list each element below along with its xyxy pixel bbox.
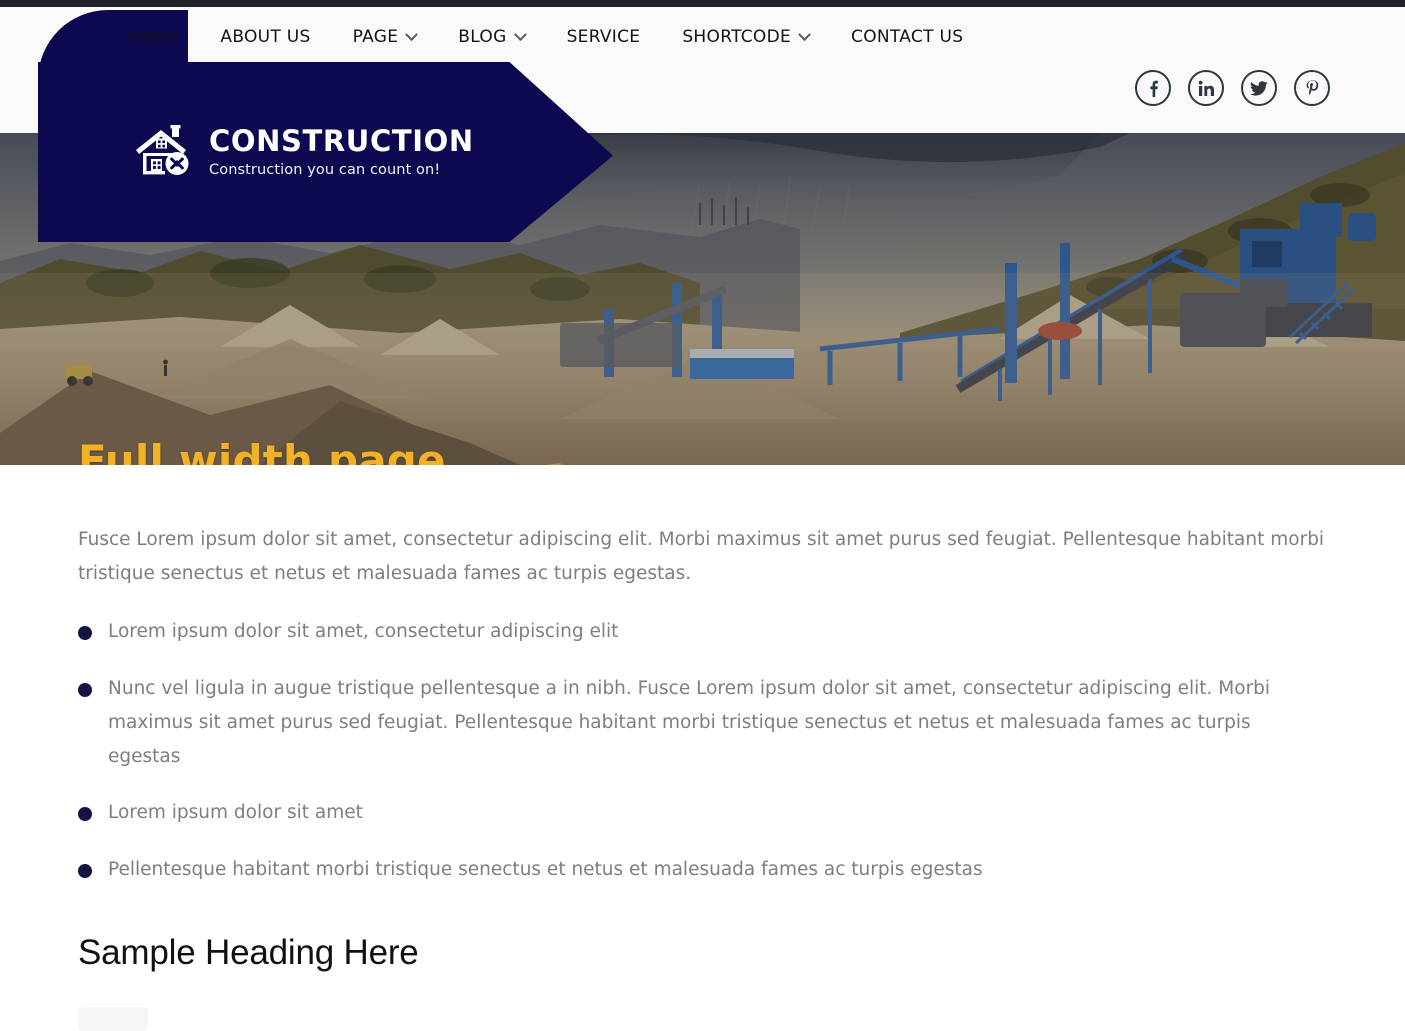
nav-item-contact-us[interactable]: CONTACT US [851, 26, 964, 47]
nav-item-about-us[interactable]: ABOUT US [220, 26, 311, 47]
nav-item-label: BLOG [458, 26, 507, 47]
nav-item-service[interactable]: SERVICE [566, 26, 641, 47]
nav-item-label: PAGE [352, 26, 399, 47]
list-item: Lorem ipsum dolor sit amet [78, 796, 1318, 830]
list-item: Pellentesque habitant morbi tristique se… [78, 853, 1318, 887]
main-navigation: Home ABOUT US PAGE BLOG SERVICE SHORTCOD… [0, 7, 1405, 67]
chevron-down-icon [513, 27, 527, 41]
nav-item-label: CONTACT US [851, 26, 964, 47]
nav-list: Home ABOUT US PAGE BLOG SERVICE SHORTCOD… [0, 26, 964, 47]
twitter-icon[interactable] [1241, 70, 1277, 106]
linkedin-icon[interactable] [1188, 70, 1224, 106]
logo-text: CONSTRUCTION Construction you can count … [209, 123, 474, 179]
list-item: Nunc vel ligula in augue tristique pelle… [78, 672, 1318, 775]
nav-item-label: Home [127, 26, 179, 47]
pinterest-icon[interactable] [1294, 70, 1330, 106]
chevron-down-icon [405, 27, 419, 41]
top-accent-bar [0, 0, 1405, 7]
chevron-down-icon [798, 27, 811, 41]
nav-item-blog[interactable]: BLOG [458, 26, 527, 47]
logo-banner[interactable]: CONSTRUCTION Construction you can count … [38, 62, 613, 242]
section-heading: Sample Heading Here [78, 932, 419, 972]
below-fold-partial-element [78, 1007, 148, 1031]
nav-item-label: SHORTCODE [682, 26, 792, 47]
logo-tagline: Construction you can count on! [209, 162, 441, 179]
intro-paragraph: Fusce Lorem ipsum dolor sit amet, consec… [78, 529, 1325, 585]
social-links [1135, 70, 1330, 106]
nav-item-home[interactable]: Home [127, 26, 179, 47]
list-item: Lorem ipsum dolor sit amet, consectetur … [78, 615, 1318, 649]
nav-item-label: ABOUT US [220, 26, 311, 47]
page-title: Full width page [78, 436, 446, 465]
nav-item-page[interactable]: PAGE [352, 26, 419, 47]
feature-list: Lorem ipsum dolor sit amet, consectetur … [78, 615, 1327, 886]
main-content: Fusce Lorem ipsum dolor sit amet, consec… [0, 465, 1405, 1031]
house-gear-icon [136, 124, 192, 180]
nav-item-shortcode[interactable]: SHORTCODE [682, 26, 811, 47]
nav-item-label: SERVICE [566, 26, 641, 47]
logo-title: CONSTRUCTION [209, 123, 474, 158]
facebook-icon[interactable] [1135, 70, 1171, 106]
logo[interactable]: CONSTRUCTION Construction you can count … [136, 124, 474, 180]
